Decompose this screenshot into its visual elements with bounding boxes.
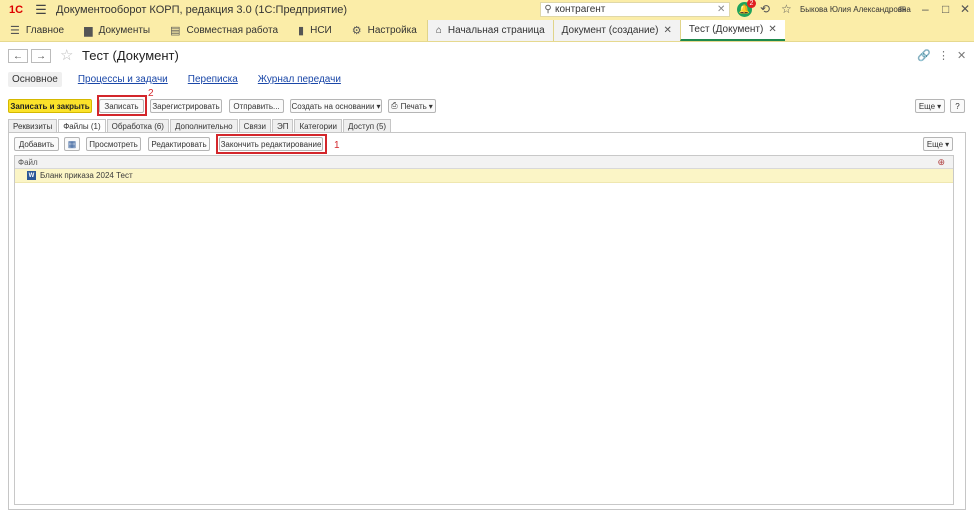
tab-test-document[interactable]: Тест (Документ) ✕ (679, 20, 785, 41)
column-file[interactable]: Файл (18, 158, 38, 167)
settings-menu-icon[interactable]: ≡ (899, 2, 906, 16)
file-list: Файл ⊕ W Бланк приказа 2024 Тест (14, 155, 954, 505)
file-name: Бланк приказа 2024 Тест (40, 171, 133, 180)
favorite-star-icon[interactable]: ☆ (60, 46, 73, 64)
section-nsi[interactable]: ▮ НСИ (288, 20, 342, 41)
close-form-icon[interactable]: ✕ (957, 49, 966, 62)
user-name[interactable]: Быкова Юлия Александровна (800, 5, 911, 14)
scan-button[interactable]: ▦ (64, 137, 80, 151)
add-file-button[interactable]: Добавить (14, 137, 59, 151)
minimize-icon[interactable]: – (922, 2, 929, 16)
book-icon: ▮ (298, 25, 305, 37)
folder-icon: ▆ (84, 25, 93, 37)
highlight-box-save (97, 95, 147, 116)
app-title: Документооборот КОРП, редакция 3.0 (1С:П… (56, 4, 347, 16)
tab-signatures[interactable]: ЭП (271, 119, 294, 132)
favorites-star-icon[interactable]: ☆ (781, 2, 792, 16)
file-list-header: Файл ⊕ (15, 156, 953, 169)
close-window-icon[interactable]: ✕ (960, 2, 970, 16)
app-logo: 1С (8, 4, 24, 16)
printer-icon: ⎙ (391, 101, 398, 110)
back-button[interactable]: ← (8, 49, 28, 63)
tab-files[interactable]: Файлы (1) (58, 119, 106, 132)
tab-categories[interactable]: Категории (294, 119, 343, 132)
register-button[interactable]: Зарегистрировать (150, 99, 222, 113)
file-status-icon: ⊕ (937, 157, 945, 167)
section-bar: ☰ Главное ▆ Документы ▤ Совместная работа ▮… (0, 20, 974, 42)
search-icon: ⚲ (544, 4, 552, 15)
tab-document-create[interactable]: Документ (создание) ✕ (552, 20, 680, 41)
annotation-label-2: 2 (148, 88, 154, 99)
chevron-down-icon: ▾ (937, 101, 942, 111)
notifications-icon[interactable]: 🔔 2 (737, 0, 756, 17)
send-button[interactable]: Отправить... (229, 99, 284, 113)
page-title: Тест (Документ) (82, 48, 179, 63)
gear-icon: ⚙ (351, 25, 362, 37)
menu-icon[interactable]: ☰ (32, 2, 50, 18)
save-and-close-button[interactable]: Записать и закрыть (8, 99, 92, 113)
more-vertical-icon[interactable]: ⋮ (938, 49, 949, 62)
nav-main[interactable]: Основное (8, 71, 62, 87)
tab-processing[interactable]: Обработка (6) (106, 119, 169, 132)
nav-processes[interactable]: Процессы и задачи (74, 72, 172, 87)
menu-icon: ☰ (10, 25, 20, 37)
section-main[interactable]: ☰ Главное (0, 20, 74, 41)
help-button[interactable]: ? (950, 99, 965, 113)
form-tabs: Реквизиты Файлы (1) Обработка (6) Дополн… (8, 119, 392, 132)
more-button[interactable]: Еще ▾ (915, 99, 945, 113)
tab-additional[interactable]: Дополнительно (169, 119, 238, 132)
section-collaboration[interactable]: ▤ Совместная работа (160, 20, 288, 41)
highlight-box-finish-editing (216, 134, 327, 154)
form-navigation: Основное Процессы и задачи Переписка Жур… (8, 70, 357, 88)
nav-correspondence[interactable]: Переписка (184, 72, 242, 87)
forward-button[interactable]: → (31, 49, 51, 63)
annotation-label-1: 1 (334, 140, 340, 151)
section-documents[interactable]: ▆ Документы (74, 20, 160, 41)
tab-requisites[interactable]: Реквизиты (8, 119, 58, 132)
history-icon[interactable]: ⟲ (760, 2, 770, 16)
create-based-on-button[interactable]: Создать на основании ▾ (290, 99, 382, 113)
close-tab-icon[interactable]: ✕ (663, 25, 671, 36)
global-search[interactable]: ⚲ ✕ (540, 2, 730, 17)
table-row[interactable]: W Бланк приказа 2024 Тест (15, 169, 953, 183)
section-settings[interactable]: ⚙ Настройка (342, 20, 427, 41)
link-icon[interactable]: 🔗 (917, 49, 931, 62)
chevron-down-icon: ▾ (376, 101, 381, 111)
tab-home[interactable]: ⌂ Начальная страница (426, 20, 553, 41)
home-icon: ⌂ (435, 25, 442, 36)
edit-file-button[interactable]: Редактировать (148, 137, 210, 151)
scanner-icon: ▦ (67, 138, 77, 149)
clear-search-icon[interactable]: ✕ (717, 4, 729, 15)
search-input[interactable] (555, 4, 717, 15)
close-tab-icon[interactable]: ✕ (768, 24, 776, 35)
chat-icon: ▤ (170, 25, 181, 37)
files-more-button[interactable]: Еще ▾ (923, 137, 953, 151)
word-document-icon: W (27, 171, 36, 180)
chevron-down-icon: ▾ (945, 139, 950, 149)
tab-access[interactable]: Доступ (5) (343, 119, 392, 132)
chevron-down-icon: ▾ (428, 101, 433, 111)
tab-links[interactable]: Связи (238, 119, 271, 132)
nav-transfer-log[interactable]: Журнал передачи (254, 72, 345, 87)
print-button[interactable]: ⎙ Печать ▾ (388, 99, 436, 113)
maximize-icon[interactable]: □ (942, 2, 949, 16)
view-file-button[interactable]: Просмотреть (86, 137, 141, 151)
